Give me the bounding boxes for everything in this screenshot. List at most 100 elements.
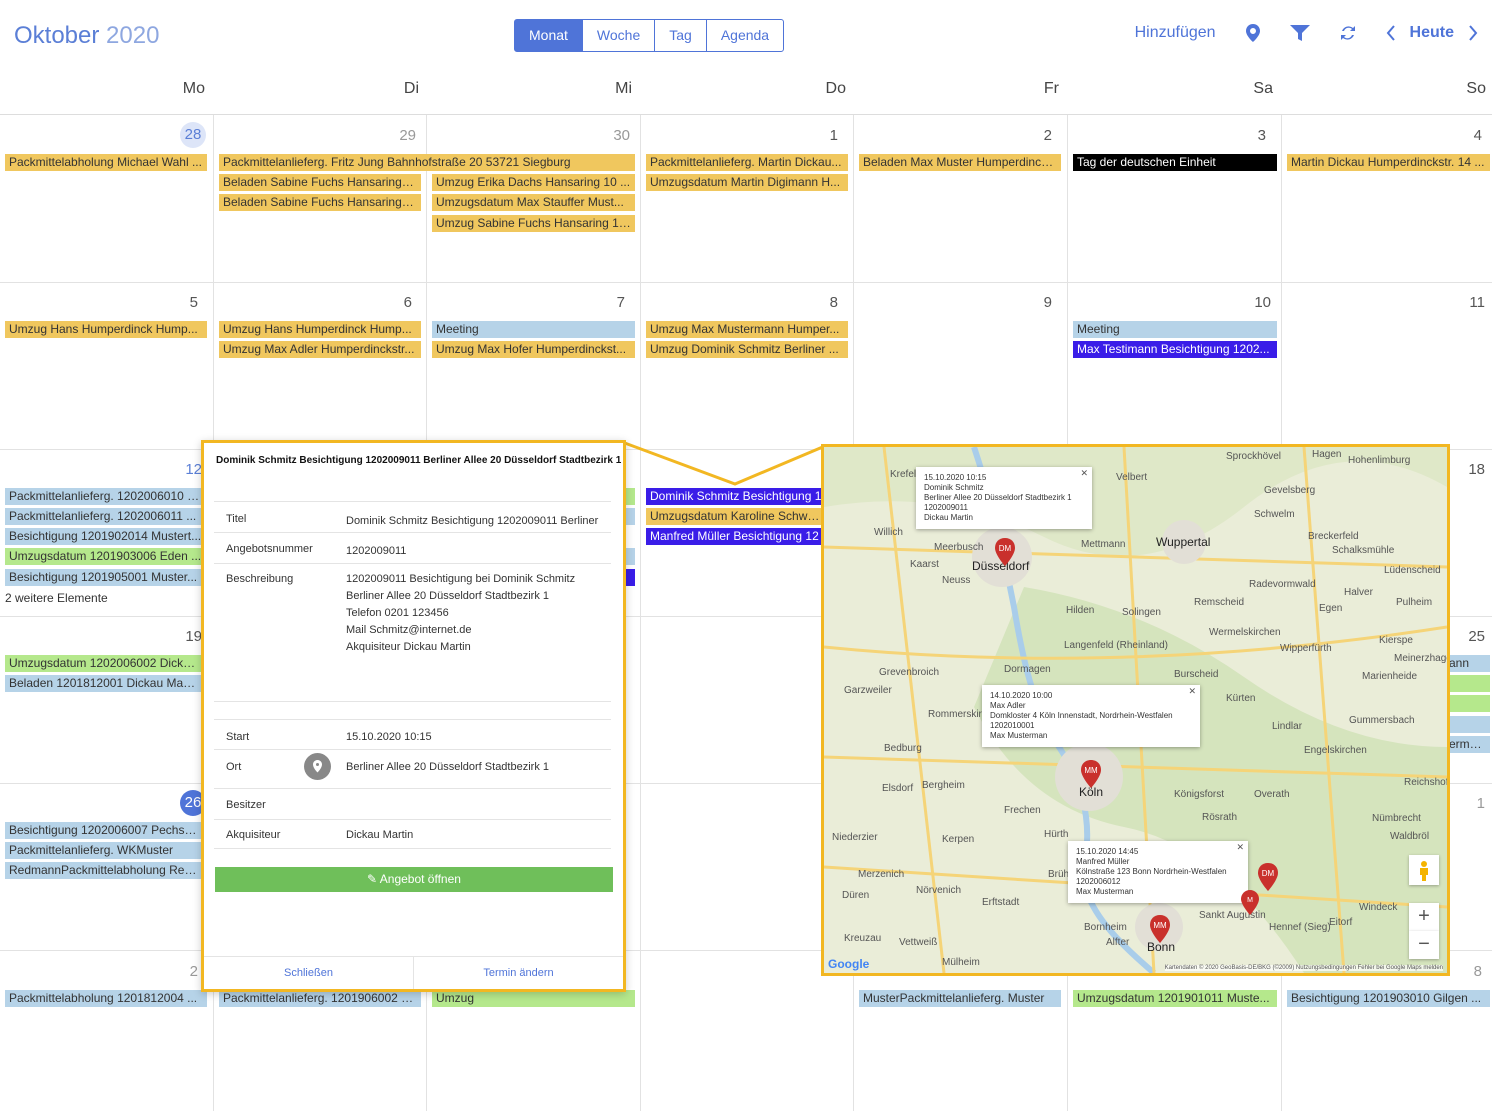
calendar-event[interactable]: Umzug Max Mustermann Humper... <box>646 321 848 338</box>
calendar-event[interactable]: Umzug Dominik Schmitz Berliner ... <box>646 341 848 358</box>
calendar-event[interactable]: Packmittelanlieferg. WKMuster <box>5 842 203 859</box>
day-number[interactable]: 12 <box>162 461 202 478</box>
day-number[interactable]: 8 <box>798 294 838 311</box>
calendar-event[interactable]: Packmittelanlieferg. 1202006010 J... <box>5 488 207 505</box>
zoom-out-button[interactable]: − <box>1409 931 1439 959</box>
day-number[interactable]: 1 <box>798 127 838 144</box>
calendar-event[interactable]: Meeting <box>1073 321 1277 338</box>
map-marker-icon[interactable]: M <box>1241 890 1259 915</box>
map-attribution[interactable]: Kartendaten © 2020 GeoBasis-DE/BKG (©200… <box>1164 965 1443 971</box>
map-marker-icon[interactable]: DM <box>995 538 1015 566</box>
calendar-event[interactable]: Umzugsdatum Karoline Schwarz <box>646 508 826 525</box>
google-logo: Google <box>828 957 870 971</box>
calendar-event[interactable]: Beladen 1201812001 Dickau Marti... <box>5 675 203 692</box>
day-number[interactable]: 11 <box>1445 294 1485 311</box>
day-number[interactable]: 10 <box>1231 294 1271 311</box>
calendar-event[interactable]: Umzug Erika Dachs Hansaring 10 ... <box>432 174 635 191</box>
calendar-event[interactable]: Packmittelanlieferg. 1201906002 J... <box>219 990 421 1007</box>
day-number[interactable]: 5 <box>158 294 198 311</box>
view-month-button[interactable]: Monat <box>514 19 583 52</box>
map-marker-icon[interactable]: MM <box>1081 760 1101 788</box>
calendar-event[interactable]: Umzugsdatum Max Stauffer Must... <box>432 194 635 211</box>
day-number[interactable]: 9 <box>1012 294 1052 311</box>
filter-icon[interactable] <box>1289 25 1310 41</box>
day-number[interactable]: 4 <box>1442 127 1482 144</box>
add-button[interactable]: Hinzufügen <box>1135 24 1216 42</box>
calendar-event[interactable]: Packmittelabholung 1201812004 ... <box>5 990 207 1007</box>
calendar-event[interactable] <box>1445 716 1490 733</box>
calendar-event[interactable]: Umzug Max Hofer Humperdinckst... <box>432 341 635 358</box>
holiday-event[interactable]: Tag der deutschen Einheit <box>1073 154 1277 171</box>
day-number[interactable]: 2 <box>1012 127 1052 144</box>
day-number[interactable]: 6 <box>372 294 412 311</box>
calendar-event[interactable]: Umzug Max Adler Humperdinckstr... <box>219 341 421 358</box>
calendar-event[interactable]: Besichtigung 1201905001 Muster... <box>5 569 207 586</box>
map-city-label: Sprockhövel <box>1226 451 1282 462</box>
calendar-event[interactable]: ann <box>1445 655 1490 672</box>
refresh-icon[interactable] <box>1340 25 1356 41</box>
zoom-in-button[interactable]: + <box>1409 903 1439 931</box>
day-number[interactable]: 30 <box>590 127 630 144</box>
calendar-event[interactable]: erma... <box>1445 736 1490 753</box>
calendar-event[interactable]: Beladen Max Muster Humperdinck... <box>859 154 1061 171</box>
calendar-event[interactable]: Besichtigung 1201903010 Gilgen ... <box>1287 990 1490 1007</box>
day-number[interactable]: 28 <box>180 122 206 148</box>
location-pin-icon[interactable] <box>1245 24 1260 42</box>
calendar-event[interactable]: Packmittelabholung Michael Wahl ... <box>5 154 207 171</box>
day-number[interactable]: 7 <box>585 294 625 311</box>
calendar-event[interactable]: Dominik Schmitz Besichtigung 1 <box>646 488 826 505</box>
close-button[interactable]: Schließen <box>204 957 414 989</box>
chevron-left-icon[interactable] <box>1386 25 1396 41</box>
calendar-event[interactable]: Max Testimann Besichtigung 1202... <box>1073 341 1277 358</box>
divider <box>214 788 611 789</box>
calendar-event[interactable]: Meeting <box>432 321 635 338</box>
day-number[interactable]: 19 <box>162 628 202 645</box>
close-icon[interactable]: ✕ <box>1236 842 1244 852</box>
calendar-event[interactable]: Umzugsdatum 1202006002 Dicka... <box>5 655 203 672</box>
street-view-pegman-icon[interactable] <box>1409 855 1439 885</box>
calendar-event[interactable]: Besichtigung 1201902014 Mustert... <box>5 528 207 545</box>
month-year: 2020 <box>106 22 160 49</box>
view-agenda-button[interactable]: Agenda <box>705 19 785 52</box>
day-number[interactable]: 18 <box>1445 461 1485 478</box>
day-number[interactable]: 2 <box>158 963 198 980</box>
calendar-event[interactable] <box>1445 695 1490 712</box>
calendar-event[interactable] <box>1445 675 1490 692</box>
day-number[interactable]: 1 <box>1445 795 1485 812</box>
calendar-event[interactable]: MusterPackmittelanlieferg. Muster <box>859 990 1061 1007</box>
view-week-button[interactable]: Woche <box>581 19 656 52</box>
map-city-label: Radevormwald <box>1249 579 1316 590</box>
calendar-event[interactable]: Umzug Sabine Fuchs Hansaring 10... <box>432 215 635 232</box>
map-pin-icon[interactable] <box>304 753 331 780</box>
calendar-event[interactable]: Umzug Hans Humperdinck Hump... <box>5 321 207 338</box>
close-icon[interactable]: ✕ <box>1188 686 1196 696</box>
map-marker-icon[interactable]: MM <box>1150 915 1170 943</box>
calendar-event[interactable]: RedmannPackmittelabholung Red... <box>5 862 203 879</box>
day-number[interactable]: 29 <box>376 127 416 144</box>
calendar-event[interactable]: Umzug <box>432 990 635 1007</box>
calendar-event[interactable]: Packmittelanlieferg. 1202006011 ... <box>5 508 207 525</box>
today-button[interactable]: Heute <box>1410 24 1454 42</box>
calendar-event[interactable]: Beladen Sabine Fuchs Hansaring 1... <box>219 194 421 211</box>
calendar-event[interactable]: Umzugsdatum 1201903006 Eden ... <box>5 548 207 565</box>
more-events-link[interactable]: 2 weitere Elemente <box>5 591 108 605</box>
close-icon[interactable]: ✕ <box>1080 468 1088 478</box>
view-day-button[interactable]: Tag <box>654 19 707 52</box>
change-appointment-button[interactable]: Termin ändern <box>414 957 623 989</box>
calendar-event[interactable]: Manfred Müller Besichtigung 12 <box>646 528 826 545</box>
calendar-event[interactable]: Packmittelanlieferg. Martin Dickau... <box>646 154 848 171</box>
map-view[interactable]: Düsseldorf Wuppertal Köln Bonn Neuss Sol… <box>821 444 1450 976</box>
calendar-event[interactable]: Packmittelanlieferg. Fritz Jung Bahnhofs… <box>219 154 635 171</box>
day-number[interactable]: 25 <box>1445 628 1485 645</box>
open-offer-button[interactable]: ✎ Angebot öffnen <box>215 867 613 892</box>
calendar-event[interactable]: Umzugsdatum Martin Digimann H... <box>646 174 848 191</box>
map-city-label: Eitorf <box>1329 917 1353 928</box>
chevron-right-icon[interactable] <box>1468 25 1478 41</box>
calendar-event[interactable]: Beladen Sabine Fuchs Hansaring 1... <box>219 174 421 191</box>
calendar-event[interactable]: Umzugsdatum 1201901011 Muste... <box>1073 990 1277 1007</box>
calendar-event[interactable]: Martin Dickau Humperdinckstr. 14 ... <box>1287 154 1490 171</box>
calendar-event[interactable]: Umzug Hans Humperdinck Hump... <box>219 321 421 338</box>
calendar-event[interactable]: Besichtigung 1202006007 Pechstei... <box>5 822 203 839</box>
day-number[interactable]: 3 <box>1226 127 1266 144</box>
map-marker-icon[interactable]: DM <box>1258 863 1278 891</box>
